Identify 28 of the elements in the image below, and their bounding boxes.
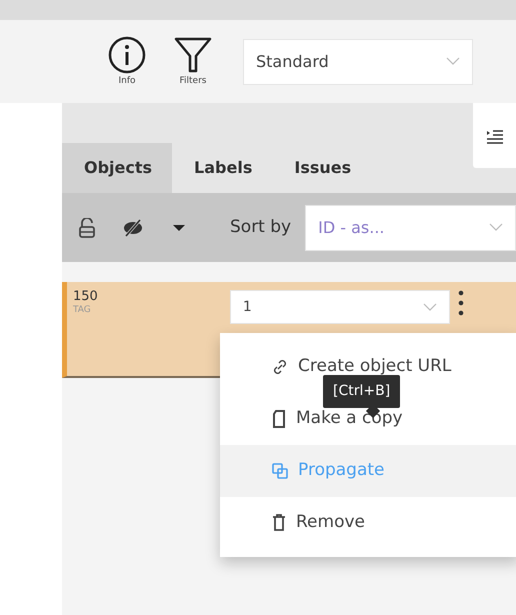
chevron-down-icon — [422, 302, 437, 312]
caret-down-icon — [172, 224, 186, 232]
tab[interactable]: Issues — [272, 143, 372, 193]
more-vertical-icon — [458, 290, 464, 316]
tab[interactable]: Objects — [62, 143, 172, 193]
unlock-icon — [78, 218, 96, 238]
duplicate-icon — [272, 463, 288, 479]
eye-slash-icon — [122, 219, 144, 238]
more-button[interactable] — [458, 290, 464, 316]
sort-label: Sort by — [230, 216, 292, 239]
info-icon — [107, 34, 147, 75]
tab[interactable]: Labels — [172, 143, 272, 193]
filter-button[interactable]: Filters — [171, 34, 215, 88]
chevron-down-icon — [489, 223, 503, 232]
sort-select[interactable]: ID - as... — [305, 204, 516, 250]
object-id: 150 — [73, 290, 98, 304]
tooltip: [Ctrl+B] — [323, 375, 400, 408]
link-icon — [272, 359, 288, 375]
view-select[interactable]: Standard — [243, 38, 473, 84]
lock-button[interactable] — [76, 216, 98, 240]
copy-icon — [272, 410, 286, 428]
trash-icon — [272, 514, 286, 532]
object-type: TAG — [73, 304, 92, 318]
info-button[interactable]: Info — [105, 34, 149, 88]
panel-toggle-button[interactable] — [473, 103, 516, 168]
chevron-down-icon — [446, 57, 460, 66]
label-select[interactable]: 1 — [230, 290, 450, 324]
list-indent-icon — [486, 128, 504, 144]
